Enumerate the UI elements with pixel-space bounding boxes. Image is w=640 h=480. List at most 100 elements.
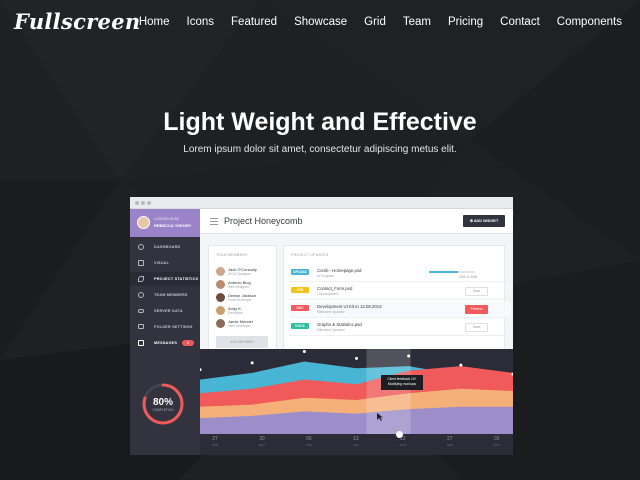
x-tick-label: 27 SEP xyxy=(437,436,463,447)
list-item[interactable]: Andy K. Developer xyxy=(216,305,278,317)
sidebar-item-label: SERVER DATA xyxy=(154,309,183,313)
sidebar-item-dashboard[interactable]: DASHBOARD xyxy=(130,240,200,254)
user-icon xyxy=(138,292,144,298)
x-tick-month: NOV xyxy=(493,443,500,447)
sidebar-item-project-statistics[interactable]: PROJECT STATISTICS xyxy=(130,272,200,286)
add-widget-button[interactable]: ⊕ ADD WIDGET xyxy=(463,215,505,227)
chart-highlight-band xyxy=(366,349,411,434)
project-updates-card: PROJECT UPDATES UPLOAD Comb - Homepage.p… xyxy=(283,245,511,355)
chart-point[interactable] xyxy=(302,350,306,354)
app-preview-window: LOGGED IN AS REBECCA THEORY DASHBOARD VI… xyxy=(130,197,513,455)
chart-point[interactable] xyxy=(355,356,358,360)
timeline-handle[interactable] xyxy=(396,431,403,438)
list-item[interactable]: Jamie Mercier Web Developer xyxy=(216,318,278,330)
list-item[interactable]: Jack O'Connolly UI/UX Designer xyxy=(216,266,278,278)
window-dot-icon xyxy=(135,201,139,205)
x-tick-day: 06 xyxy=(306,436,312,442)
file-tag: DOC xyxy=(291,305,309,311)
folder-icon xyxy=(138,324,144,329)
x-tick-month: SEP xyxy=(446,443,453,447)
upload-progress-fill xyxy=(429,271,458,273)
file-status: / Development xyxy=(317,292,339,296)
file-name: Graphs & Statistics.psd xyxy=(317,322,362,327)
table-row[interactable]: PSD Contact_Form.psd / Development Save xyxy=(289,284,511,300)
lock-icon xyxy=(138,340,144,346)
file-tag: DOCS xyxy=(291,323,309,329)
window-dot-icon xyxy=(141,201,145,205)
save-button[interactable]: Save xyxy=(465,287,488,296)
completion-gauge: 80% COMPLETION xyxy=(142,383,184,425)
sidebar-item-label: TEAM MEMBERS xyxy=(154,293,188,297)
member-role: UI/UX Designer xyxy=(228,272,251,276)
file-name: Development UI Kit to 12.08.2013 xyxy=(317,304,382,309)
nav-item-home[interactable]: Home xyxy=(139,16,170,28)
sidebar-item-folder-settings[interactable]: FOLDER SETTINGS xyxy=(130,320,200,334)
chart-point[interactable] xyxy=(459,363,463,367)
x-tick-label: 03 NOV xyxy=(484,436,510,447)
nav-item-components[interactable]: Components xyxy=(557,16,622,28)
sidebar-item-label: FOLDER SETTINGS xyxy=(154,325,193,329)
x-tick-label: 22 AUG xyxy=(390,436,416,447)
brand-logo[interactable]: Fullscreen xyxy=(14,9,140,34)
add-member-button[interactable]: ADD MEMBER xyxy=(216,336,268,348)
sidebar-item-visual-attachments[interactable]: VISUAL ATTACHMENTS xyxy=(130,256,200,279)
table-row[interactable]: UPLOAD Comb - Homepage.psd In Progress 2… xyxy=(289,266,511,282)
file-tag: PSD xyxy=(291,287,309,293)
x-tick-month: APR xyxy=(211,443,219,447)
hero-title: Light Weight and Effective xyxy=(163,108,477,136)
member-role: Front Developer xyxy=(228,298,252,302)
list-item[interactable]: Antonio Blog Web Designer xyxy=(216,279,278,291)
nav-item-pricing[interactable]: Pricing xyxy=(448,16,483,28)
sidebar-item-server-data[interactable]: SERVER DATA xyxy=(130,304,200,318)
x-tick-label: 13 JUL xyxy=(343,436,369,447)
nav-item-showcase[interactable]: Showcase xyxy=(294,16,347,28)
avatar xyxy=(137,216,150,229)
sidebar-item-team-members[interactable]: TEAM MEMBERS xyxy=(130,288,200,302)
save-button[interactable]: Save xyxy=(465,323,488,332)
x-tick-label: 27 APR xyxy=(202,436,228,447)
chart-point[interactable] xyxy=(407,354,411,358)
avatar xyxy=(216,319,225,328)
table-row[interactable]: DOC Development UI Kit to 12.08.2013 Mil… xyxy=(289,302,511,318)
completion-value: 80% xyxy=(153,397,173,408)
avatar xyxy=(216,267,225,276)
dashboard-icon xyxy=(138,244,144,250)
card-title: PROJECT UPDATES xyxy=(291,253,329,257)
file-name: Contact_Form.psd xyxy=(317,286,353,291)
eye-icon xyxy=(138,276,144,282)
nav-item-team[interactable]: Team xyxy=(403,16,431,28)
image-icon xyxy=(138,260,144,266)
nav-item-featured[interactable]: Featured xyxy=(231,16,277,28)
top-nav: Fullscreen Home Icons Featured Showcase … xyxy=(0,0,640,46)
chart-tooltip: Client feedback 10+ Modifying mockups xyxy=(381,375,423,390)
sidebar-item-label: PROJECT STATISTICS xyxy=(154,277,199,281)
list-item[interactable]: Denise Jackson Front Developer xyxy=(216,292,278,304)
avatar xyxy=(216,280,225,289)
user-profile[interactable]: LOGGED IN AS REBECCA THEORY xyxy=(130,209,200,237)
menu-icon[interactable] xyxy=(210,218,218,227)
completion-label: COMPLETION xyxy=(152,408,174,412)
project-title: Project Honeycomb xyxy=(224,216,303,226)
x-tick-month: JUN xyxy=(305,443,312,447)
file-status: Milestone Updated xyxy=(317,310,345,314)
app-header: Project Honeycomb ⊕ ADD WIDGET xyxy=(200,209,513,234)
main-menu: Home Icons Featured Showcase Grid Team P… xyxy=(139,16,622,28)
x-tick-month: AUG xyxy=(399,443,407,447)
x-tick-month: MAY xyxy=(258,443,266,447)
message-count-badge: 2 xyxy=(182,340,194,346)
team-members-card: TEAM MEMBERS Jack O'Connolly UI/UX Design… xyxy=(208,245,277,355)
profile-label: LOGGED IN AS xyxy=(154,217,179,221)
preview-button[interactable]: Preview xyxy=(465,305,488,314)
sidebar-item-messages[interactable]: MESSAGES 2 xyxy=(130,336,200,350)
file-tag: UPLOAD xyxy=(291,269,309,275)
chart-x-axis: 27 APR 30 MAY 06 JUN 13 JUL 22 AUG 27 SEP 03 NOV xyxy=(200,434,513,455)
table-row[interactable]: DOCS Graphs & Statistics.psd Milestone U… xyxy=(289,320,511,336)
nav-item-contact[interactable]: Contact xyxy=(500,16,540,28)
nav-item-icons[interactable]: Icons xyxy=(187,16,215,28)
member-role: Developer xyxy=(228,311,244,315)
chart-point[interactable] xyxy=(250,361,254,365)
link-icon xyxy=(138,309,144,313)
x-tick-day: 13 xyxy=(353,436,359,442)
nav-item-grid[interactable]: Grid xyxy=(364,16,386,28)
window-dot-icon xyxy=(147,201,151,205)
